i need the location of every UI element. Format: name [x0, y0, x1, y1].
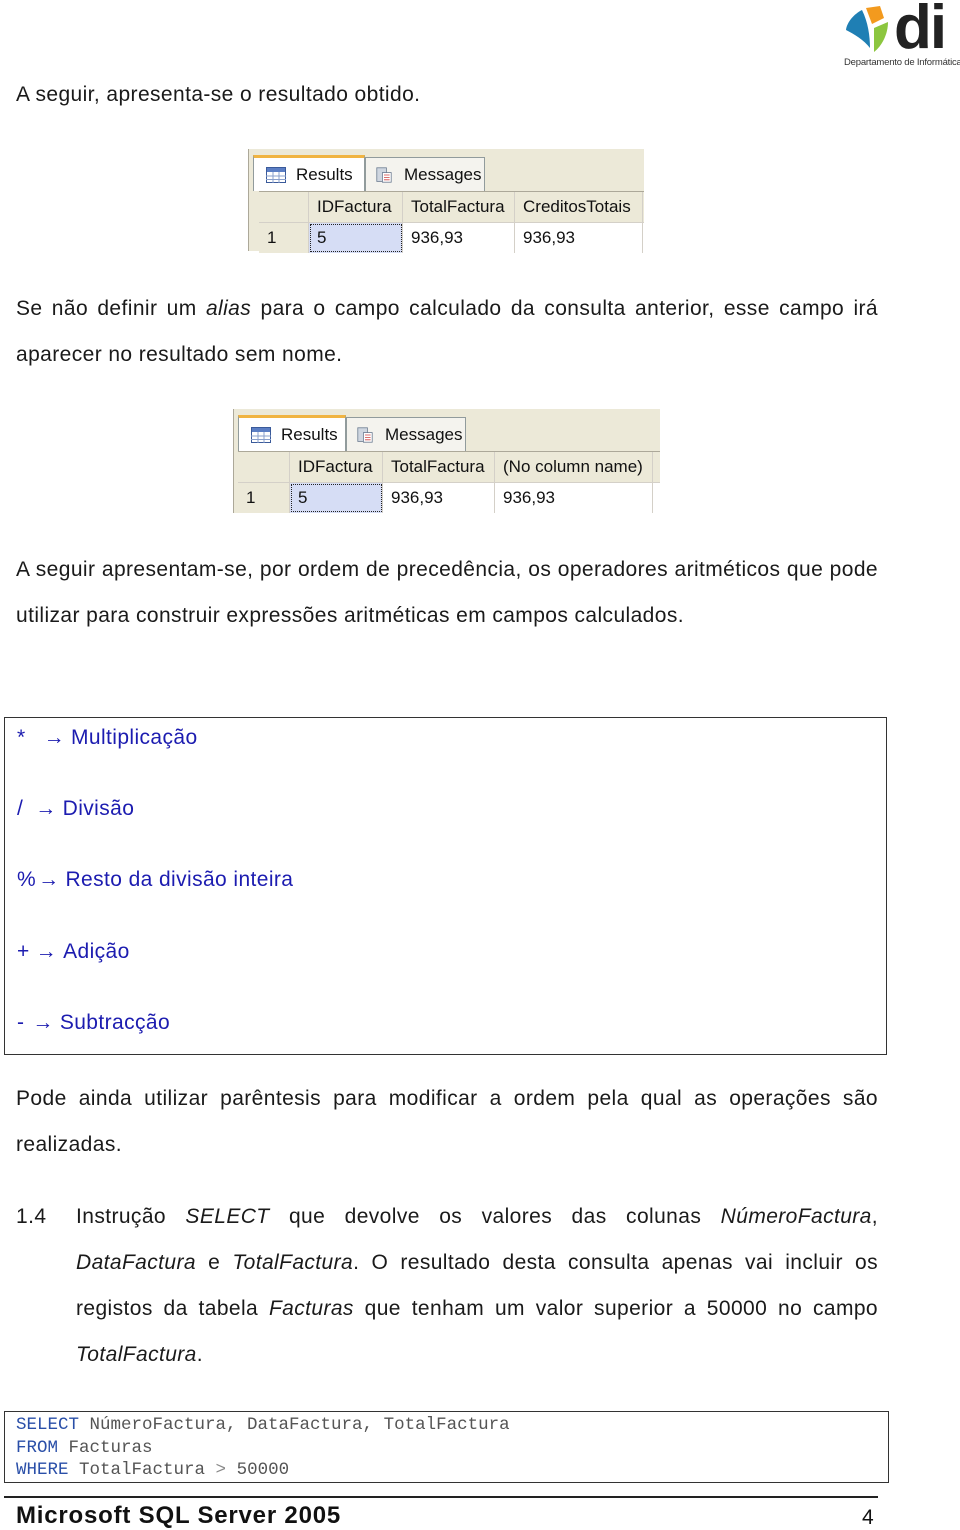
- column-header[interactable]: TotalFactura: [383, 452, 495, 482]
- operator-label: Subtracção: [59, 1011, 171, 1034]
- operator-symbol: /: [17, 797, 24, 820]
- operators-box: * → Multiplicação / → Divisão %→ Resto da div…: [4, 717, 887, 1055]
- operator-label: Adição: [63, 940, 130, 963]
- table-cell[interactable]: 5: [309, 223, 403, 253]
- tab-results[interactable]: Results: [238, 415, 346, 451]
- results-grid-1: Results Messages IDFactura TotalFactura …: [248, 149, 644, 253]
- sql-keyword: FROM: [16, 1437, 59, 1458]
- page-number: 4: [862, 1506, 874, 1529]
- row-number[interactable]: 1: [238, 483, 290, 513]
- code-text: NúmeroFactura, DataFactura, TotalFactura: [79, 1415, 510, 1435]
- code-line: SELECT NúmeroFactura, DataFactura, Total…: [16, 1414, 888, 1437]
- operator-symbol: +: [17, 940, 30, 963]
- code-text: TotalFactura: [68, 1460, 216, 1480]
- sql-keyword: SELECT: [16, 1415, 80, 1435]
- arrow-right-icon: →: [35, 940, 58, 963]
- table-cell[interactable]: 5: [290, 483, 383, 513]
- emphasis: TotalFactura: [76, 1343, 197, 1366]
- tab-messages[interactable]: Messages: [365, 157, 485, 191]
- text-run: que devolve os valores das colunas: [269, 1205, 721, 1228]
- footer-rule: [4, 1496, 878, 1498]
- department-logo: di Departamento de Informática: [842, 0, 960, 70]
- emphasis: DataFactura: [76, 1251, 196, 1274]
- logo-mark-icon: [846, 6, 888, 52]
- table-cell[interactable]: 936,93: [403, 223, 515, 253]
- column-header[interactable]: IDFactura: [290, 452, 383, 482]
- operator-symbol: -: [17, 1011, 25, 1034]
- operator-symbol: *: [17, 726, 26, 749]
- section-text: Instrução SELECT que devolve os valores …: [76, 1194, 878, 1378]
- text-run: Se não definir um: [16, 297, 206, 320]
- grid-tabs: Results Messages: [234, 409, 660, 451]
- row-number[interactable]: 1: [259, 223, 309, 253]
- column-header[interactable]: TotalFactura: [403, 192, 515, 222]
- text-run: .: [196, 1343, 204, 1366]
- results-grid-2: Results Messages IDFactura TotalFactura …: [233, 409, 660, 513]
- tab-messages[interactable]: Messages: [346, 417, 466, 451]
- tab-results-label: Results: [281, 424, 338, 444]
- text-run: que tenham um valor superior a 50000 no …: [353, 1297, 879, 1320]
- code-line: FROM Facturas: [16, 1437, 888, 1460]
- alias-paragraph: Se não definir um alias para o campo cal…: [16, 286, 878, 378]
- section-number: 1.4: [16, 1205, 47, 1228]
- grid-table-icon: [251, 426, 271, 443]
- operator-item: %→ Resto da divisão inteira: [17, 868, 293, 892]
- tab-messages-label: Messages: [404, 164, 482, 184]
- footer-title: Microsoft SQL Server 2005: [16, 1502, 342, 1529]
- table-cell[interactable]: 936,93: [515, 223, 643, 253]
- table-cell[interactable]: 936,93: [383, 483, 495, 513]
- text-run: ,: [871, 1205, 879, 1228]
- operator-item: - → Subtracção: [17, 1011, 170, 1035]
- operator-item: / → Divisão: [17, 797, 134, 821]
- results-table: IDFactura TotalFactura CreditosTotais 1 …: [259, 191, 644, 253]
- tab-messages-label: Messages: [385, 424, 463, 444]
- operator-label: Multiplicação: [70, 726, 198, 749]
- arrow-right-icon: →: [43, 726, 65, 749]
- operator-symbol: %: [17, 868, 37, 891]
- arrow-right-icon: →: [32, 1011, 54, 1034]
- operator-label: Resto da divisão inteira: [65, 868, 294, 891]
- code-text: 50000: [226, 1460, 290, 1480]
- column-header[interactable]: (No column name): [495, 452, 653, 482]
- emphasis: SELECT: [185, 1205, 270, 1228]
- tab-results-label: Results: [296, 164, 353, 184]
- operator-item: + → Adição: [17, 940, 130, 964]
- grid-table-icon: [266, 166, 286, 183]
- operator-label: Divisão: [62, 797, 135, 820]
- emphasis-alias: alias: [205, 297, 252, 320]
- arrow-right-icon: →: [38, 868, 60, 891]
- column-header[interactable]: CreditosTotais: [515, 192, 643, 222]
- logo-subtitle: Departamento de Informática: [844, 57, 960, 68]
- messages-icon: [357, 426, 373, 443]
- tab-results[interactable]: Results: [253, 155, 365, 191]
- messages-icon: [376, 166, 392, 183]
- arrow-right-icon: →: [35, 797, 57, 820]
- grid-tabs: Results Messages: [249, 149, 644, 191]
- emphasis: Facturas: [268, 1297, 354, 1320]
- row-number-header: [238, 452, 290, 482]
- emphasis: NúmeroFactura: [720, 1205, 872, 1228]
- column-header[interactable]: IDFactura: [309, 192, 403, 222]
- sql-code-block: SELECT NúmeroFactura, DataFactura, Total…: [4, 1411, 889, 1483]
- sql-operator: >: [215, 1460, 227, 1480]
- code-line: WHERE TotalFactura > 50000: [16, 1459, 888, 1482]
- table-row: 1 5 936,93 936,93: [238, 483, 660, 513]
- operators-intro-paragraph: A seguir apresentam-se, por ordem de pre…: [16, 558, 878, 627]
- table-header-row: IDFactura TotalFactura (No column name): [238, 452, 660, 483]
- table-row: 1 5 936,93 936,93: [259, 223, 644, 253]
- results-table: IDFactura TotalFactura (No column name) …: [238, 451, 660, 513]
- table-cell[interactable]: 936,93: [495, 483, 653, 513]
- text-run: e: [195, 1251, 233, 1274]
- parentheses-paragraph: Pode ainda utilizar parêntesis para modi…: [16, 1087, 878, 1156]
- code-text: Facturas: [58, 1437, 153, 1458]
- intro-paragraph: A seguir, apresenta-se o resultado obtid…: [16, 83, 421, 106]
- row-number-header: [259, 192, 309, 222]
- text-run: Instrução: [76, 1205, 186, 1228]
- logo-text: di: [894, 0, 947, 62]
- emphasis: TotalFactura: [232, 1251, 354, 1274]
- sql-keyword: WHERE: [16, 1460, 69, 1480]
- table-header-row: IDFactura TotalFactura CreditosTotais: [259, 192, 644, 223]
- operator-item: * → Multiplicação: [17, 726, 198, 750]
